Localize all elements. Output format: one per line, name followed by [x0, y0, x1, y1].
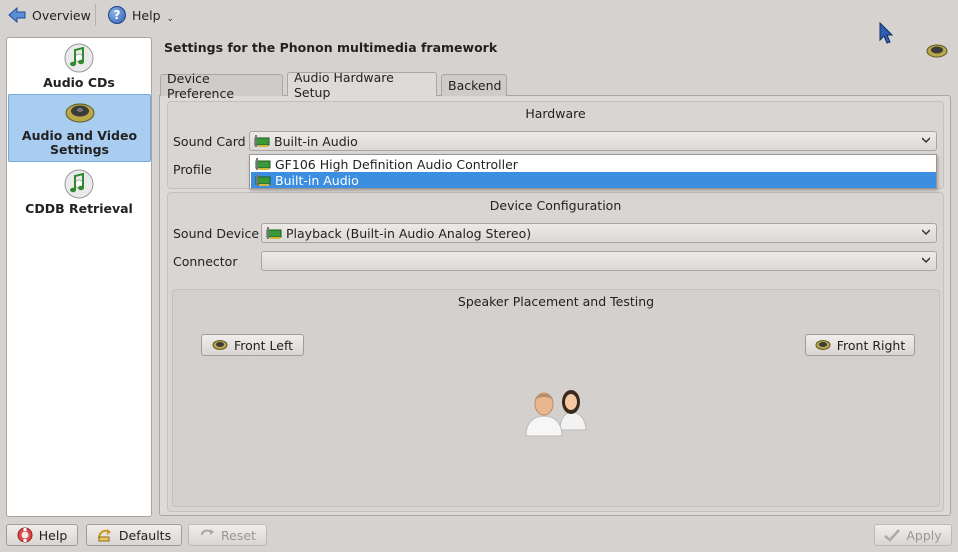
defaults-icon — [97, 529, 111, 542]
reset-button[interactable]: Reset — [188, 524, 267, 546]
music-note-cd-icon — [64, 169, 94, 199]
speaker-icon — [815, 340, 831, 350]
tab-device-preference[interactable]: Device Preference — [160, 71, 283, 101]
dropdown-option-gf106[interactable]: GF106 High Definition Audio Controller — [251, 156, 936, 172]
front-left-button[interactable]: Front Left — [201, 334, 304, 356]
connector-label: Connector — [173, 254, 238, 269]
speaker-icon — [212, 340, 228, 350]
sidebar: Audio CDs Audio and Video Settings CDDB … — [6, 37, 152, 517]
overview-label: Overview — [32, 7, 91, 23]
page-title: Settings for the Phonon multimedia frame… — [164, 40, 498, 55]
front-right-label: Front Right — [836, 337, 906, 353]
toolbar: Overview ? Help ⌄ — [0, 0, 958, 58]
sound-card-dropdown: GF106 High Definition Audio Controller B… — [249, 154, 937, 189]
dropdown-option-label: Built-in Audio — [275, 172, 359, 188]
mouse-cursor-icon — [879, 22, 893, 44]
tab-label: Audio Hardware Setup — [294, 69, 394, 100]
help-icon: ? — [108, 6, 126, 24]
dropdown-option-built-in-audio[interactable]: Built-in Audio — [251, 172, 936, 188]
speaker-icon — [926, 44, 948, 58]
sound-card-icon — [254, 135, 270, 147]
apply-button-label: Apply — [906, 527, 942, 543]
help-menu-button[interactable]: ? Help ⌄ — [104, 1, 178, 29]
front-left-label: Front Left — [233, 337, 294, 353]
sound-card-combo[interactable]: Built-in Audio — [249, 131, 937, 151]
profile-label: Profile — [173, 162, 212, 177]
connector-combo[interactable] — [261, 251, 937, 271]
music-note-cd-icon — [64, 43, 94, 73]
listeners-icon — [525, 390, 587, 437]
sidebar-item-audio-video-settings[interactable]: Audio and Video Settings — [8, 94, 151, 162]
reset-button-label: Reset — [221, 527, 256, 543]
help-label: Help — [132, 7, 161, 23]
chevron-down-icon — [922, 257, 930, 264]
chevron-down-icon — [922, 229, 930, 236]
chevron-down-icon — [922, 137, 930, 144]
sidebar-item-cddb-retrieval[interactable]: CDDB Retrieval — [7, 168, 151, 220]
apply-button[interactable]: Apply — [874, 524, 952, 546]
reset-icon — [201, 529, 215, 536]
sidebar-item-label: Audio and Video Settings — [21, 128, 138, 157]
sound-card-icon — [266, 227, 282, 239]
lifebuoy-icon — [17, 527, 33, 543]
sidebar-item-label: Audio CDs — [43, 75, 115, 90]
device-config-title: Device Configuration — [489, 198, 622, 213]
sound-card-icon — [255, 174, 271, 186]
help-button-label: Help — [38, 527, 68, 543]
defaults-button[interactable]: Defaults — [86, 524, 182, 546]
tab-backend[interactable]: Backend — [441, 74, 507, 96]
sound-device-label: Sound Device — [173, 226, 260, 241]
tab-label: Device Preference — [167, 70, 235, 101]
speaker-icon — [65, 103, 94, 123]
help-button[interactable]: Help — [6, 524, 78, 546]
toolbar-separator — [95, 4, 96, 26]
tab-audio-hardware-setup[interactable]: Audio Hardware Setup — [287, 70, 437, 100]
checkmark-icon — [884, 529, 901, 542]
sidebar-item-audio-cds[interactable]: Audio CDs — [7, 42, 151, 94]
sound-card-icon — [255, 158, 271, 170]
tab-label: Backend — [448, 78, 502, 93]
sound-device-value: Playback (Built-in Audio Analog Stereo) — [286, 225, 532, 241]
back-arrow-icon — [8, 6, 26, 24]
hardware-group-title: Hardware — [525, 106, 586, 121]
overview-button[interactable]: Overview — [4, 1, 95, 29]
speaker-placement-title: Speaker Placement and Testing — [457, 294, 655, 309]
dropdown-option-label: GF106 High Definition Audio Controller — [275, 156, 518, 172]
sidebar-item-label: CDDB Retrieval — [25, 201, 133, 216]
defaults-button-label: Defaults — [118, 527, 172, 543]
front-right-button[interactable]: Front Right — [805, 334, 915, 356]
sound-device-combo[interactable]: Playback (Built-in Audio Analog Stereo) — [261, 223, 937, 243]
sound-card-value: Built-in Audio — [274, 133, 358, 149]
chevron-down-icon: ⌄ — [166, 14, 175, 24]
sound-card-label: Sound Card — [173, 134, 246, 149]
